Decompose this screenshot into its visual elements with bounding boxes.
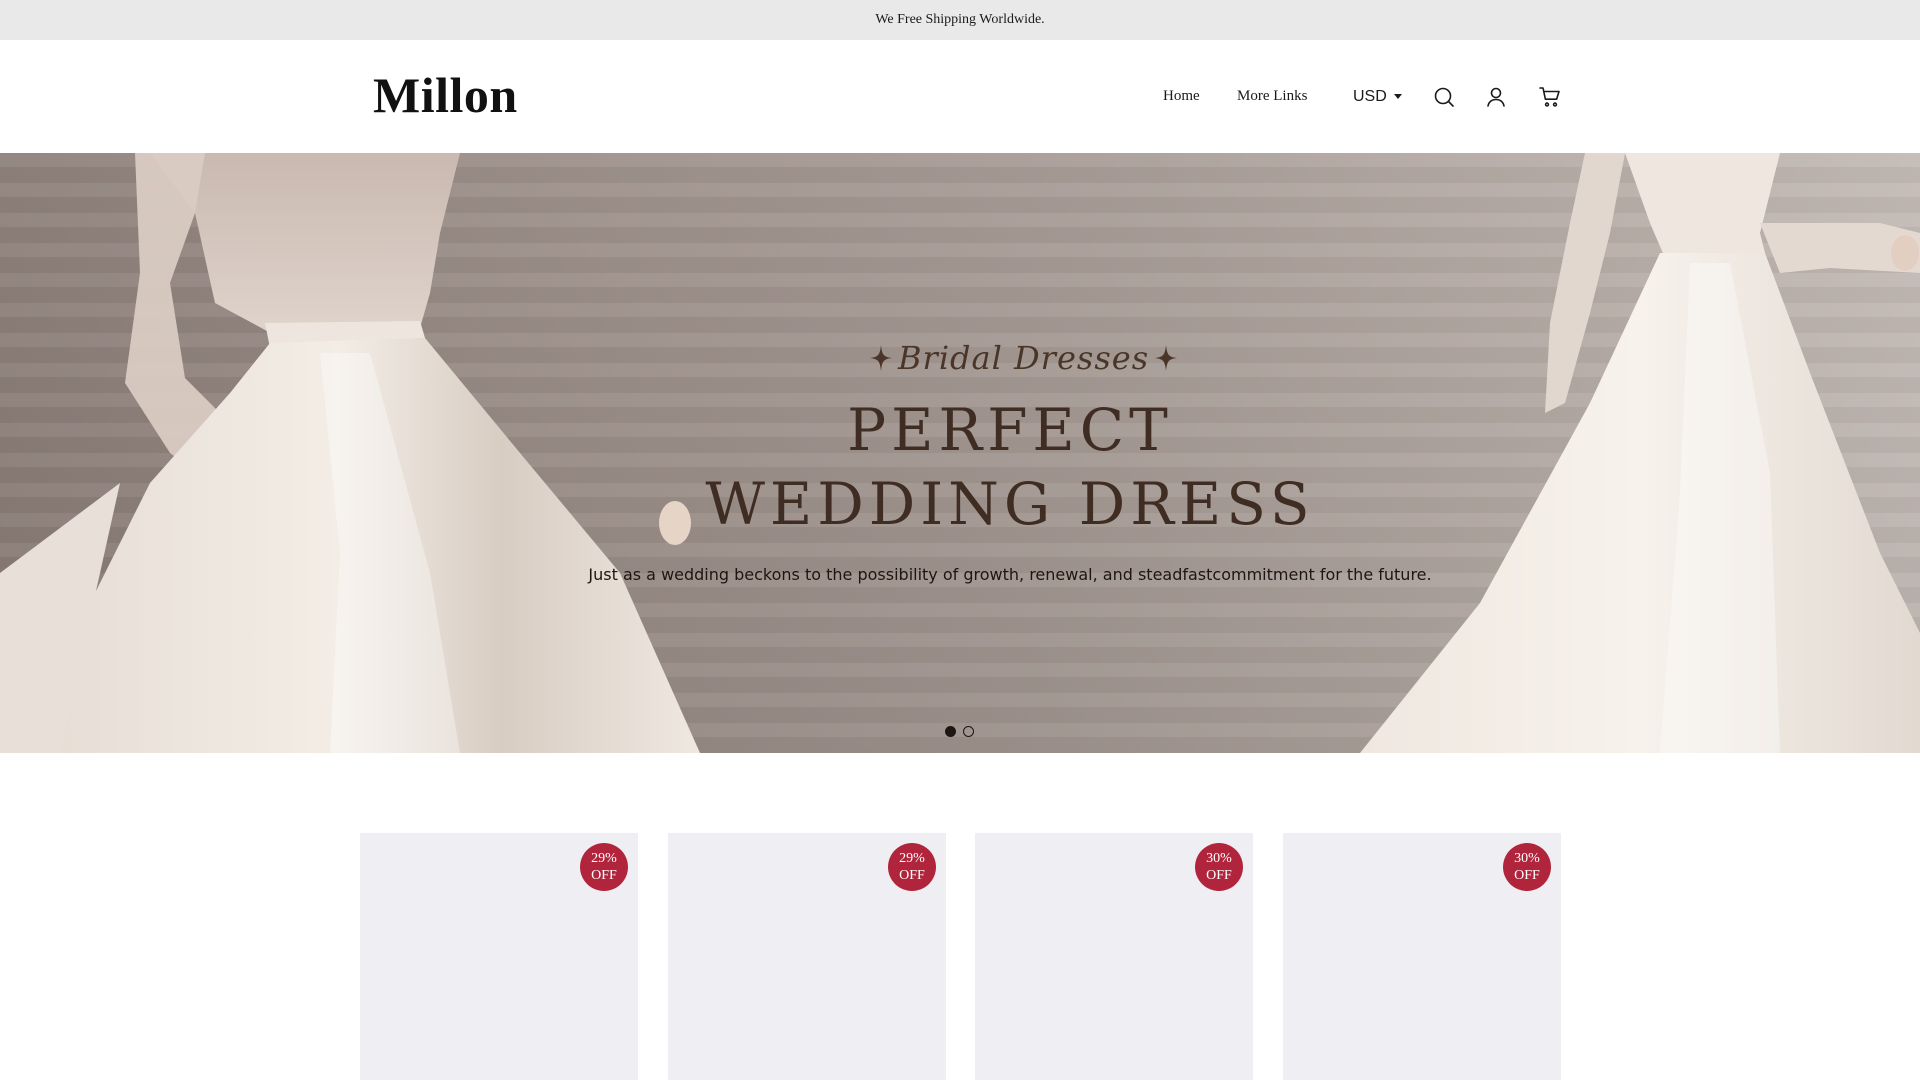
user-icon[interactable] — [1484, 85, 1508, 109]
discount-badge: 30% OFF — [1195, 843, 1243, 891]
hero-headline-line2: WEDDING DRESS — [705, 470, 1315, 538]
discount-off-label: OFF — [1206, 868, 1232, 883]
hero-content: Bridal Dresses PERFECT WEDDING DRESS Jus… — [0, 153, 1920, 753]
hero-headline: PERFECT WEDDING DRESS — [0, 393, 1920, 541]
currency-value: USD — [1353, 87, 1387, 105]
product-card[interactable]: 29% OFF — [360, 833, 638, 1080]
discount-percent: 30% — [1206, 851, 1232, 866]
discount-percent: 30% — [1514, 851, 1540, 866]
discount-percent: 29% — [591, 851, 617, 866]
nav-more-links: More Links — [1237, 40, 1307, 153]
product-card[interactable]: 30% OFF — [975, 833, 1253, 1080]
slider-dot-1[interactable] — [945, 726, 956, 737]
discount-off-label: OFF — [591, 868, 617, 883]
product-card[interactable]: 30% OFF — [1283, 833, 1561, 1080]
discount-percent: 29% — [899, 851, 925, 866]
hero-subtitle: Just as a wedding beckons to the possibi… — [588, 565, 1432, 584]
nav-link-more-links[interactable]: More Links — [1237, 88, 1307, 105]
site-logo[interactable]: Millon — [373, 66, 518, 124]
slider-dot-2[interactable] — [963, 726, 974, 737]
hero-eyebrow-text: Bridal Dresses — [898, 339, 1150, 377]
hero-eyebrow: Bridal Dresses — [870, 333, 1178, 383]
discount-off-label: OFF — [899, 868, 925, 883]
sparkle-icon — [870, 345, 892, 371]
product-card[interactable]: 29% OFF — [668, 833, 946, 1080]
announcement-text: We Free Shipping Worldwide. — [875, 12, 1045, 27]
currency-selector[interactable]: USD — [1353, 40, 1402, 153]
site-header: Millon Home More Links USD — [0, 40, 1920, 153]
hero-headline-line1: PERFECT — [847, 396, 1173, 464]
search-icon[interactable] — [1432, 85, 1456, 109]
product-grid: 29% OFF 29% OFF 30% OFF 30% OFF — [360, 833, 1561, 1080]
hero-banner: Bridal Dresses PERFECT WEDDING DRESS Jus… — [0, 153, 1920, 753]
cart-icon[interactable] — [1538, 85, 1562, 109]
sparkle-icon — [1155, 345, 1178, 371]
discount-off-label: OFF — [1514, 868, 1540, 883]
nav-link-home[interactable]: Home — [1163, 88, 1200, 105]
discount-badge: 29% OFF — [888, 843, 936, 891]
nav-home: Home — [1163, 40, 1200, 153]
announcement-bar: We Free Shipping Worldwide. — [0, 0, 1920, 40]
slider-pagination — [945, 726, 974, 737]
discount-badge: 30% OFF — [1503, 843, 1551, 891]
discount-badge: 29% OFF — [580, 843, 628, 891]
caret-down-icon — [1393, 94, 1402, 99]
